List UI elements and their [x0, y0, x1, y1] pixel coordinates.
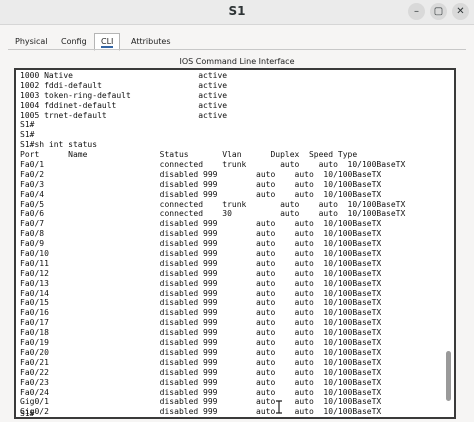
terminal-line: Gig0/2 disabled 999 auto auto 10/100Base…: [20, 407, 382, 417]
terminal-scrollbar[interactable]: [445, 73, 451, 403]
terminal-line: Fa0/23 disabled 999 auto auto 10/100Base…: [20, 377, 382, 387]
tab-divider: [8, 49, 466, 50]
terminal-line: Fa0/4 disabled 999 auto auto 10/100BaseT…: [20, 189, 382, 199]
terminal-line: S1#: [20, 130, 35, 140]
terminal-line: Fa0/11 disabled 999 auto auto 10/100Base…: [20, 258, 382, 268]
window-title: S1: [228, 4, 246, 18]
tab-label: Config: [61, 37, 87, 46]
terminal-line: Fa0/14 disabled 999 auto auto 10/100Base…: [20, 288, 382, 298]
terminal-line: 1002 fddi-default active: [20, 80, 228, 90]
terminal-line: S1#: [20, 120, 35, 130]
terminal-line: 1005 trnet-default active: [20, 110, 228, 120]
terminal-line: Fa0/10 disabled 999 auto auto 10/100Base…: [20, 249, 382, 259]
scrollbar-thumb[interactable]: [446, 351, 451, 401]
terminal-line: Fa0/2 disabled 999 auto auto 10/100BaseT…: [20, 169, 382, 179]
terminal-line: Fa0/19 disabled 999 auto auto 10/100Base…: [20, 338, 382, 348]
tab-label: Attributes: [131, 37, 171, 46]
window-titlebar: S1 – ▢ ✕: [0, 0, 474, 25]
maximize-icon[interactable]: ▢: [430, 3, 447, 20]
terminal-line: Fa0/22 disabled 999 auto auto 10/100Base…: [20, 367, 382, 377]
terminal-line: 1003 token-ring-default active: [20, 90, 228, 100]
terminal-line: Fa0/21 disabled 999 auto auto 10/100Base…: [20, 357, 382, 367]
terminal-line: S1#sh int status: [20, 140, 98, 150]
terminal-output: 1000 Native active 1002 fddi-default acti…: [20, 71, 405, 417]
terminal-line: Fa0/5 connected trunk auto auto 10/100Ba…: [20, 199, 406, 209]
terminal-line: Fa0/8 disabled 999 auto auto 10/100BaseT…: [20, 229, 382, 239]
terminal-line: Fa0/24 disabled 999 auto auto 10/100Base…: [20, 387, 382, 397]
terminal-line: Fa0/18 disabled 999 auto auto 10/100Base…: [20, 328, 382, 338]
terminal-line: Fa0/1 connected trunk auto auto 10/100Ba…: [20, 160, 406, 170]
terminal-line: Port Name Status Vlan Duplex Speed Type: [20, 150, 358, 160]
tab-label: CLI: [101, 37, 114, 48]
text-cursor-icon: [276, 400, 282, 414]
terminal-line: Fa0/9 disabled 999 auto auto 10/100BaseT…: [20, 239, 382, 249]
terminal-line: 1004 fddinet-default active: [20, 100, 228, 110]
terminal-line: Fa0/6 connected 30 auto auto 10/100BaseT…: [20, 209, 406, 219]
cli-terminal[interactable]: 1000 Native active 1002 fddi-default acti…: [14, 68, 456, 419]
terminal-prompt[interactable]: S1#: [20, 409, 34, 417]
tab-label: Physical: [15, 37, 48, 46]
terminal-line: Fa0/13 disabled 999 auto auto 10/100Base…: [20, 278, 382, 288]
terminal-line: Fa0/20 disabled 999 auto auto 10/100Base…: [20, 347, 382, 357]
terminal-line: Fa0/7 disabled 999 auto auto 10/100BaseT…: [20, 219, 382, 229]
terminal-line: Fa0/15 disabled 999 auto auto 10/100Base…: [20, 298, 382, 308]
panel-title: IOS Command Line Interface: [179, 57, 295, 66]
terminal-line: Fa0/16 disabled 999 auto auto 10/100Base…: [20, 308, 382, 318]
terminal-line: Fa0/17 disabled 999 auto auto 10/100Base…: [20, 318, 382, 328]
terminal-line: Gig0/1 disabled 999 auto auto 10/100Base…: [20, 397, 382, 407]
close-icon[interactable]: ✕: [452, 3, 469, 20]
terminal-line: 1000 Native active: [20, 71, 228, 80]
terminal-line: Fa0/3 disabled 999 auto auto 10/100BaseT…: [20, 179, 382, 189]
terminal-line: Fa0/12 disabled 999 auto auto 10/100Base…: [20, 268, 382, 278]
minimize-icon[interactable]: –: [408, 3, 425, 20]
